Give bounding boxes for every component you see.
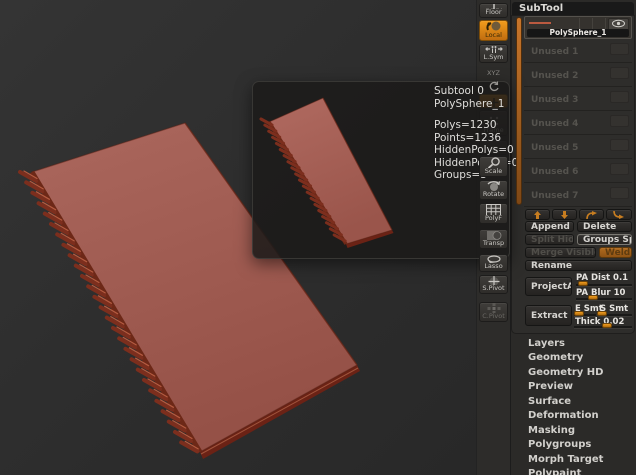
pa-blur-slider-handle[interactable]	[588, 295, 598, 300]
spivot-label: S.Pivot	[482, 284, 505, 292]
eye-icon[interactable]	[610, 115, 629, 127]
spin-icon	[489, 81, 499, 92]
extract-button[interactable]: Extract	[525, 305, 572, 326]
section-morph-target[interactable]: Morph Target	[528, 454, 628, 465]
xyz-label: XYZ	[487, 69, 500, 77]
tooltip-subtool-name: PolySphere_1	[434, 97, 505, 110]
lsym-label: L.Sym	[483, 53, 504, 61]
insert-subtool-button[interactable]	[606, 209, 632, 220]
eye-icon[interactable]	[610, 139, 629, 151]
scale-label: Scale	[484, 167, 503, 175]
polyf-label: PolyF	[484, 214, 503, 222]
rename-button[interactable]: Rename	[525, 260, 632, 271]
subtool-preview-tooltip: Subtool 0 PolySphere_1 Polys=1230 Points…	[252, 81, 518, 259]
scale-button[interactable]: Scale	[479, 156, 508, 177]
spin-button[interactable]	[479, 79, 508, 92]
duplicate-subtool-button[interactable]	[579, 209, 604, 220]
subtool-item-unused-1[interactable]: Unused 1	[524, 41, 632, 63]
section-polypaint[interactable]: Polypaint	[528, 468, 628, 475]
eye-icon[interactable]	[610, 43, 629, 55]
subtool-panel-title[interactable]: SubTool	[512, 2, 634, 15]
section-masking[interactable]: Masking	[528, 425, 628, 436]
cpivot-button[interactable]: C.Pivot	[479, 302, 508, 322]
eye-icon[interactable]	[610, 187, 629, 199]
cpivot-label: C.Pivot	[482, 312, 505, 320]
eye-icon[interactable]	[610, 67, 629, 79]
stat-points: Points=1236	[434, 131, 502, 144]
pa-blur-slider[interactable]	[576, 298, 632, 301]
curved-arrow-down-icon	[613, 210, 624, 219]
section-geometry-hd[interactable]: Geometry HD	[528, 367, 628, 378]
subtool-selected-name[interactable]: PolySphere_1	[527, 28, 629, 37]
eye-icon[interactable]	[610, 91, 629, 103]
lasso-button[interactable]: Lasso	[479, 254, 508, 272]
arrow-up-icon	[534, 210, 541, 219]
local-button[interactable]: Local	[479, 20, 508, 41]
section-layers[interactable]: Layers	[528, 338, 628, 349]
xyz-button[interactable]: XYZ	[479, 69, 508, 77]
append-button[interactable]: Append	[525, 221, 574, 232]
lsym-button[interactable]: L.Sym	[479, 44, 508, 63]
section-preview[interactable]: Preview	[528, 381, 628, 392]
subtool-item-unused-3[interactable]: Unused 3	[524, 89, 632, 111]
subtool-item-unused-6[interactable]: Unused 6	[524, 161, 632, 183]
s-smt-slider-handle[interactable]	[597, 311, 607, 316]
subtool-item-unused-4[interactable]: Unused 4	[524, 113, 632, 135]
merge-visible-button[interactable]: Merge Visible	[525, 247, 596, 258]
thick-slider-handle[interactable]	[602, 323, 612, 328]
eye-icon[interactable]	[610, 163, 629, 175]
polyf-button[interactable]: PolyF	[479, 203, 508, 224]
subtool-item-unused-7[interactable]: Unused 7	[524, 185, 632, 207]
subtool-item-unused-2[interactable]: Unused 2	[524, 65, 632, 87]
split-hidden-button[interactable]: Split Hidden	[525, 234, 574, 245]
section-geometry[interactable]: Geometry	[528, 352, 628, 363]
zbrush-window: Subtool 0 PolySphere_1 Polys=1230 Points…	[0, 0, 636, 475]
project-all-button[interactable]: ProjectAll	[525, 277, 572, 296]
weld-button[interactable]: Weld	[599, 247, 632, 258]
transp-button[interactable]: Transp	[479, 229, 508, 249]
section-deformation[interactable]: Deformation	[528, 410, 628, 421]
stat-polys: Polys=1230	[434, 119, 497, 131]
subtool-thumbnail-preview	[529, 22, 551, 24]
floor-button[interactable]: Floor	[479, 3, 508, 18]
transp-label: Transp	[482, 239, 505, 247]
curved-arrow-right-icon	[585, 210, 597, 219]
pa-blur-slider-label: PA Blur 10	[576, 288, 626, 298]
move-subtool-down-button[interactable]	[552, 209, 577, 220]
delete-button[interactable]: Delete	[577, 221, 632, 232]
section-polygroups[interactable]: Polygroups	[528, 439, 628, 450]
subtool-list-scrollbar[interactable]	[516, 17, 522, 205]
rotate-label: Rotate	[482, 190, 505, 198]
spivot-button[interactable]: S.Pivot	[479, 275, 508, 294]
e-smt-slider-handle[interactable]	[574, 311, 584, 316]
eye-icon	[612, 19, 625, 28]
move-subtool-up-button[interactable]	[525, 209, 550, 220]
subtool-item-selected[interactable]: PolySphere_1	[524, 16, 632, 39]
stat-hiddenpolys: HiddenPolys=0	[434, 144, 514, 156]
pa-dist-slider-handle[interactable]	[578, 281, 588, 286]
arrow-down-icon	[561, 210, 568, 219]
groups-split-button[interactable]: Groups Split	[577, 234, 632, 245]
section-surface[interactable]: Surface	[528, 396, 628, 407]
lasso-label: Lasso	[484, 262, 503, 270]
local-label: Local	[485, 31, 502, 39]
rotate-button[interactable]: Rotate	[479, 180, 508, 200]
subtool-item-unused-5[interactable]: Unused 5	[524, 137, 632, 159]
floor-label: Floor	[485, 8, 502, 16]
